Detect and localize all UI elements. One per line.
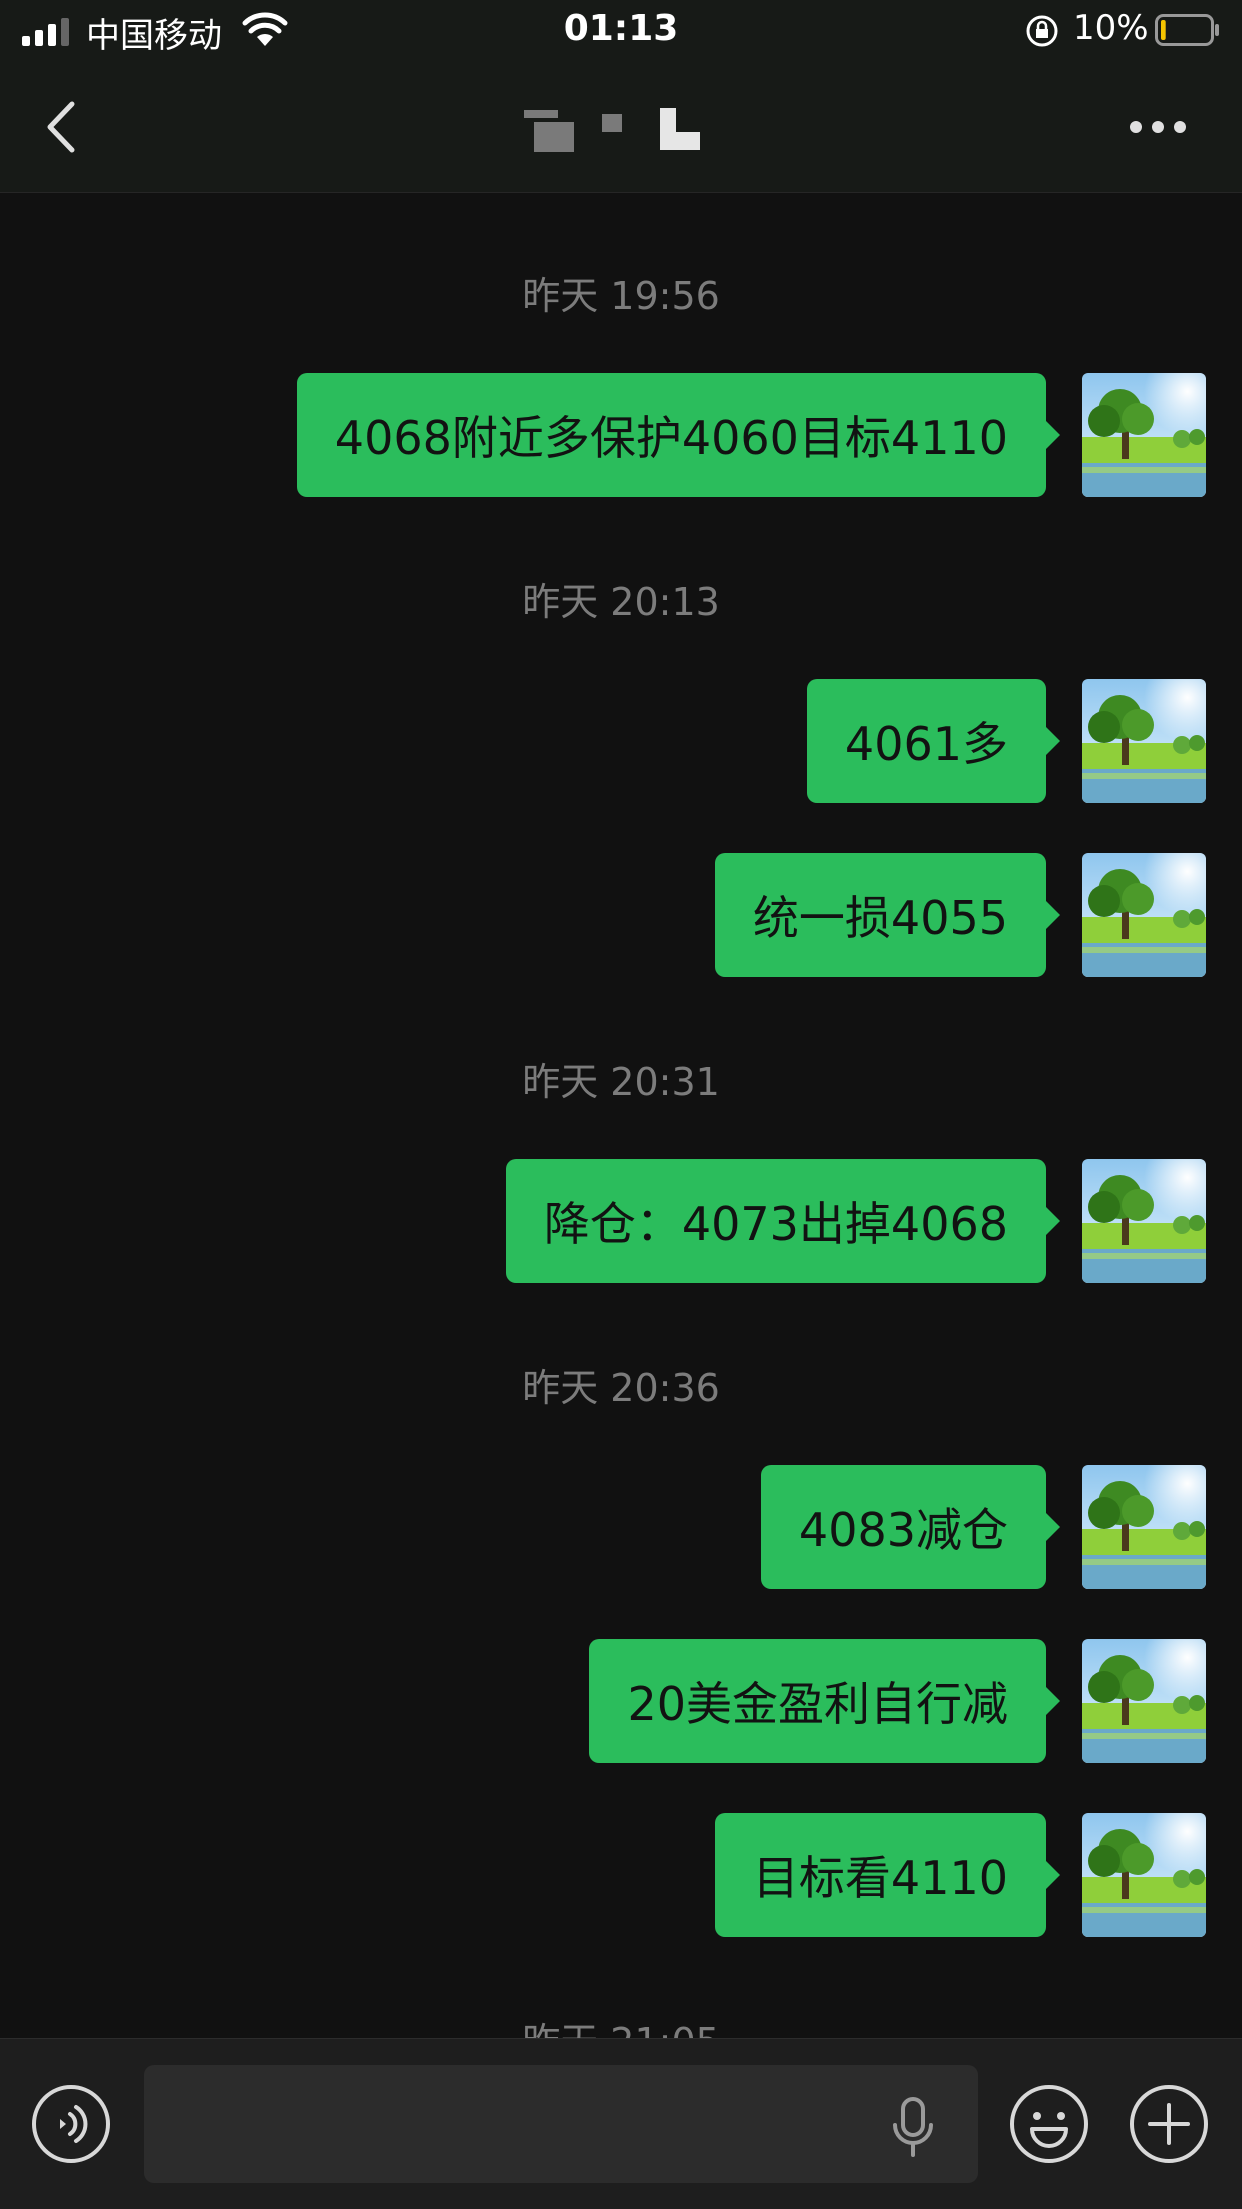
status-bar: 中国移动 01:13 10% [0,0,1242,62]
message-bubble[interactable]: 4068附近多保护4060目标4110 [296,373,1061,497]
message-row: 降仓：4073出掉4068 [0,1159,1242,1283]
timestamp: 昨天 21:05 [0,2011,1242,2038]
avatar[interactable] [1082,853,1206,977]
message-input[interactable] [144,2065,978,2183]
chat-title-redacted [520,96,720,166]
message-bubble[interactable]: 统一损4055 [714,853,1061,977]
message-row: 4083减仓 [0,1465,1242,1589]
voice-icon[interactable] [30,2083,112,2165]
plus-icon[interactable] [1128,2083,1210,2165]
avatar[interactable] [1082,1159,1206,1283]
message-row: 20美金盈利自行减 [0,1639,1242,1763]
avatar-image [1082,1159,1206,1283]
microphone-icon[interactable] [888,2095,938,2159]
avatar[interactable] [1082,1639,1206,1763]
avatar-image [1082,1639,1206,1763]
avatar[interactable] [1082,679,1206,803]
avatar-image [1082,679,1206,803]
avatar[interactable] [1082,1465,1206,1589]
avatar[interactable] [1082,1813,1206,1937]
message-row: 目标看4110 [0,1813,1242,1937]
message-bubble[interactable]: 4083减仓 [760,1465,1061,1589]
timestamp: 昨天 20:36 [522,1366,720,1410]
timestamp: 昨天 20:13 [522,580,720,624]
avatar[interactable] [1082,373,1206,497]
avatar-image [1082,1465,1206,1589]
message-row: 4061多 [0,679,1242,803]
avatar-image [1082,373,1206,497]
battery-icon [1155,14,1219,46]
message-bubble[interactable]: 降仓：4073出掉4068 [505,1159,1061,1283]
battery-percent: 10% [1073,8,1149,48]
chevron-left-icon[interactable] [30,92,100,162]
nav-bar [0,62,1242,193]
timestamp: 昨天 19:56 [522,274,720,318]
message-bubble[interactable]: 目标看4110 [714,1813,1061,1937]
message-row: 4068附近多保护4060目标4110 [0,373,1242,497]
avatar-image [1082,1813,1206,1937]
message-list[interactable]: 昨天 19:56 4068附近多保护4060目标4110 昨天 20:13 40… [0,193,1242,2038]
input-bar [0,2038,1242,2209]
avatar-image [1082,853,1206,977]
timestamp: 昨天 20:31 [522,1060,720,1104]
rotation-lock-icon [1026,15,1058,47]
message-row: 统一损4055 [0,853,1242,977]
more-dots-icon[interactable] [1120,92,1200,162]
message-bubble[interactable]: 20美金盈利自行减 [589,1639,1060,1763]
emoji-icon[interactable] [1008,2083,1090,2165]
message-bubble[interactable]: 4061多 [806,679,1061,803]
